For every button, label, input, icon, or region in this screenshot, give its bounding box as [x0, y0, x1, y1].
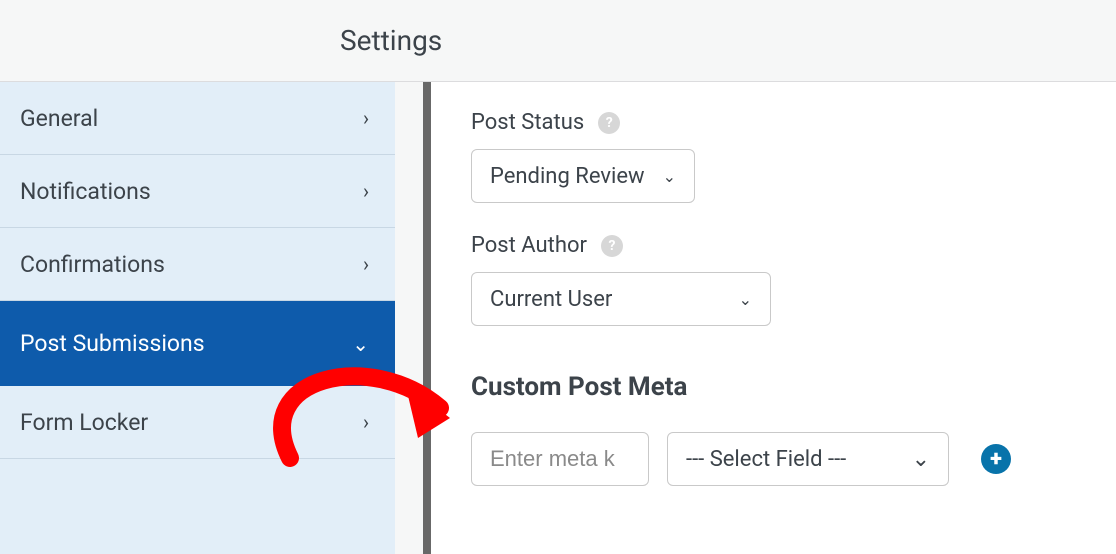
field-label-row: Post Status ? [471, 110, 1076, 135]
field-label: Post Status [471, 110, 584, 135]
chevron-right-icon: › [363, 252, 369, 276]
chevron-right-icon: › [363, 410, 369, 434]
sidebar-item-notifications[interactable]: Notifications › [0, 155, 395, 228]
chevron-right-icon: › [363, 179, 369, 203]
chevron-down-icon: ⌄ [739, 290, 752, 309]
field-label-row: Post Author ? [471, 233, 1076, 258]
add-meta-button[interactable]: + [981, 444, 1011, 474]
sidebar-item-form-locker[interactable]: Form Locker › [0, 386, 395, 459]
sidebar-item-label: General [20, 105, 98, 132]
custom-post-meta-heading: Custom Post Meta [471, 372, 1076, 402]
field-post-author: Post Author ? Current User ⌄ [471, 233, 1076, 326]
custom-meta-row: --- Select Field --- ⌄ + [471, 432, 1076, 486]
chevron-down-icon: ⌄ [352, 332, 369, 356]
sidebar-item-label: Post Submissions [20, 330, 205, 357]
layout: General › Notifications › Confirmations … [0, 82, 1116, 554]
select-value: Current User [490, 287, 612, 312]
content-panel: Post Status ? Pending Review ⌄ Post Auth… [423, 82, 1116, 554]
settings-sidebar: General › Notifications › Confirmations … [0, 82, 395, 554]
chevron-down-icon: ⌄ [663, 167, 676, 186]
meta-field-select[interactable]: --- Select Field --- ⌄ [667, 432, 949, 486]
select-value: --- Select Field --- [686, 447, 846, 472]
sidebar-item-label: Form Locker [20, 409, 148, 436]
plus-icon: + [990, 447, 1002, 472]
meta-key-input[interactable] [471, 432, 649, 486]
sidebar-item-label: Confirmations [20, 251, 165, 278]
sidebar-item-post-submissions[interactable]: Post Submissions ⌄ [0, 301, 395, 386]
sidebar-item-general[interactable]: General › [0, 82, 395, 155]
select-value: Pending Review [490, 164, 645, 189]
help-icon[interactable]: ? [601, 235, 623, 257]
chevron-down-icon: ⌄ [912, 447, 930, 472]
field-label: Post Author [471, 233, 587, 258]
post-author-select[interactable]: Current User ⌄ [471, 272, 771, 326]
sidebar-item-confirmations[interactable]: Confirmations › [0, 228, 395, 301]
field-post-status: Post Status ? Pending Review ⌄ [471, 110, 1076, 203]
post-status-select[interactable]: Pending Review ⌄ [471, 149, 695, 203]
chevron-right-icon: › [363, 106, 369, 130]
page-title: Settings [340, 24, 442, 57]
top-bar: Settings [0, 0, 1116, 82]
content-wrap: Post Status ? Pending Review ⌄ Post Auth… [395, 82, 1116, 554]
help-icon[interactable]: ? [598, 112, 620, 134]
sidebar-item-label: Notifications [20, 178, 151, 205]
